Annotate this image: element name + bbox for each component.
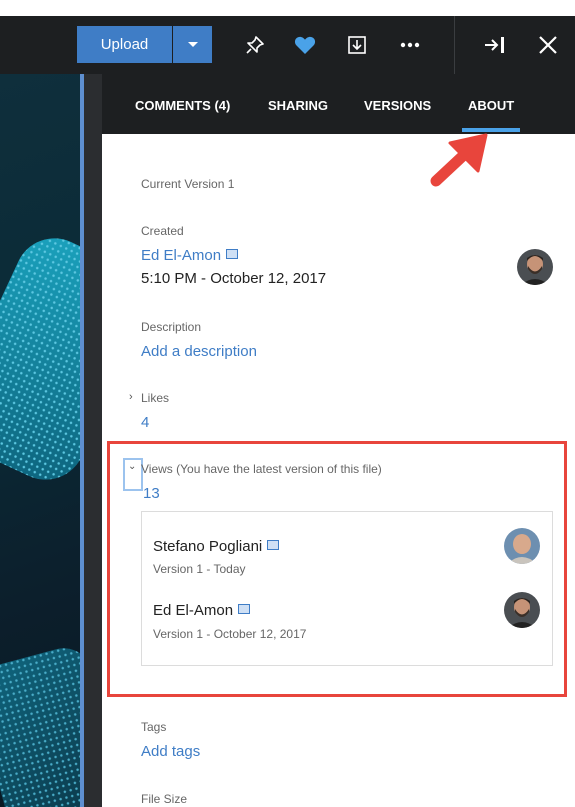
pin-button[interactable]	[237, 26, 273, 63]
tab-sharing[interactable]: SHARING	[268, 98, 328, 113]
add-tags-link[interactable]: Add tags	[141, 743, 200, 760]
likes-count[interactable]: 4	[141, 414, 149, 431]
business-card-icon[interactable]	[226, 249, 239, 259]
close-icon	[539, 35, 557, 54]
created-date: 5:10 PM - October 12, 2017	[141, 270, 327, 287]
upload-dropdown-button[interactable]	[173, 26, 212, 63]
tags-label: Tags	[141, 720, 167, 734]
tab-comments[interactable]: COMMENTS (4)	[135, 98, 230, 113]
avatar[interactable]	[517, 249, 553, 285]
artwork-streak	[0, 641, 80, 807]
user-photo-icon	[517, 249, 553, 285]
collapse-panel-icon	[485, 36, 504, 53]
download-icon	[348, 35, 366, 54]
download-button[interactable]	[339, 26, 375, 63]
description-label: Description	[141, 320, 202, 334]
created-label: Created	[141, 224, 184, 238]
artwork-streak	[0, 225, 80, 493]
close-button[interactable]	[530, 26, 566, 63]
tab-about[interactable]: ABOUT	[468, 98, 514, 113]
more-icon	[400, 42, 420, 47]
collapse-panel-button[interactable]	[477, 26, 513, 63]
panel-gutter	[84, 74, 102, 807]
pin-icon	[246, 35, 264, 54]
background-artwork	[0, 74, 80, 807]
created-by-name: Ed El-Amon	[141, 247, 222, 264]
add-description-link[interactable]: Add a description	[141, 343, 257, 360]
chevron-right-icon[interactable]: ›	[129, 391, 133, 403]
likes-label: Likes	[141, 391, 170, 405]
tab-versions[interactable]: VERSIONS	[364, 98, 431, 113]
views-highlight-box	[107, 441, 567, 697]
side-panel-tabs: COMMENTS (4) SHARING VERSIONS ABOUT	[102, 74, 575, 134]
more-actions-button[interactable]	[392, 26, 428, 63]
chevron-down-icon	[187, 41, 198, 47]
like-button[interactable]	[287, 26, 323, 63]
annotation-arrow-icon	[430, 133, 488, 187]
file-size-label: File Size	[141, 792, 188, 806]
current-version: Current Version 1	[141, 177, 235, 191]
toolbar-divider	[454, 16, 455, 74]
created-by-link[interactable]: Ed El-Amon	[141, 247, 239, 264]
top-toolbar: Upload	[0, 16, 575, 74]
heart-icon	[294, 36, 316, 54]
upload-button[interactable]: Upload	[77, 26, 172, 63]
